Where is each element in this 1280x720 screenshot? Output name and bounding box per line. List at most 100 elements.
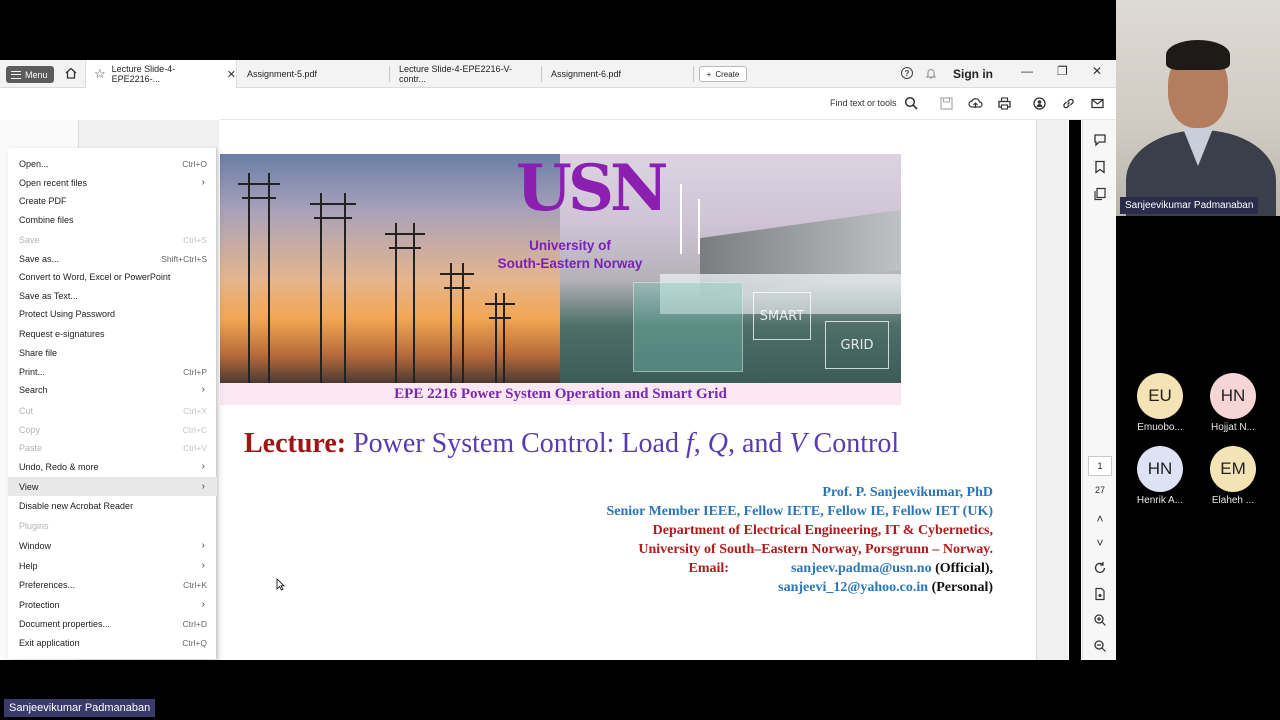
menu-item-label: Share file [19, 347, 58, 358]
zoom-out-icon[interactable] [1093, 639, 1107, 653]
menu-item[interactable]: Save as Text... [8, 286, 217, 305]
menu-item-label: Undo, Redo & more [19, 461, 99, 472]
bookmark-icon[interactable] [1093, 160, 1107, 174]
minimize-icon[interactable]: — [1021, 64, 1033, 78]
menu-item-label: Save as... [19, 253, 60, 264]
menu-item[interactable]: Window › [8, 536, 217, 555]
menu-item-shortcut: Ctrl+K [183, 579, 207, 590]
menu-button[interactable]: Menu [6, 66, 54, 83]
find-text-or-tools[interactable]: Find text or tools [830, 98, 897, 108]
tab-divider [541, 66, 542, 82]
pylon-icon [440, 263, 474, 383]
menu-item-shortcut: Ctrl+Q [182, 637, 207, 648]
menu-item[interactable]: Share file [8, 343, 217, 362]
menu-item[interactable]: Print... Ctrl+P [8, 362, 217, 381]
menu-item[interactable]: Open... Ctrl+O [8, 154, 217, 173]
menu-item[interactable]: Document properties... Ctrl+D [8, 614, 217, 633]
share-person-icon[interactable] [1032, 96, 1047, 111]
refresh-icon[interactable] [1093, 561, 1107, 575]
menu-item-shortcut: Ctrl+C [182, 424, 207, 435]
menu-item-label: Save as Text... [19, 290, 78, 301]
star-icon[interactable]: ☆ [94, 66, 106, 82]
menu-item-label: Print... [19, 366, 46, 377]
link-icon[interactable] [1061, 96, 1076, 111]
menu-item[interactable]: Save as... Shift+Ctrl+S [8, 249, 217, 268]
menu-item[interactable]: Disable new Acrobat Reader [8, 496, 217, 515]
menu-item-shortcut: Ctrl+O [182, 158, 207, 169]
title-text: Power System Control: Load [353, 428, 686, 459]
tab-divider [693, 66, 694, 82]
participant-name: Hojjat N... [1211, 422, 1255, 433]
window-edge [1069, 120, 1081, 660]
close-tab-icon[interactable]: ✕ [227, 68, 236, 81]
search-icon[interactable] [904, 96, 919, 111]
help-icon[interactable]: ? [901, 67, 913, 79]
menu-item-label: Create PDF [19, 195, 67, 206]
menu-item-label: Plugins [19, 520, 49, 531]
menu-item-label: Exit application [19, 637, 80, 648]
participant-tile[interactable]: EM Elaheh ... [1201, 446, 1265, 506]
mouse-cursor-icon [276, 578, 285, 591]
menu-item[interactable]: Undo, Redo & more › [8, 457, 217, 476]
chevron-up-icon[interactable]: ˄ [1093, 512, 1107, 526]
upload-cloud-icon[interactable] [968, 96, 983, 111]
author-memberships: Senior Member IEEE, Fellow IETE, Fellow … [606, 504, 993, 519]
close-window-icon[interactable]: ✕ [1092, 64, 1102, 78]
sign-in-button[interactable]: Sign in [953, 67, 993, 81]
lecture-label: Lecture: [244, 428, 347, 459]
menu-item-shortcut: Ctrl+V [183, 442, 207, 453]
chevron-right-icon: › [201, 481, 205, 492]
menu-item-shortcut: Ctrl+S [183, 234, 207, 245]
menu-item-shortcut: Ctrl+D [182, 618, 207, 629]
course-title-bar: EPE 2216 Power System Operation and Smar… [220, 383, 901, 405]
email-official-link[interactable]: sanjeev.padma@usn.no [791, 561, 932, 576]
home-icon[interactable] [64, 66, 78, 80]
pages-icon[interactable] [1093, 187, 1107, 201]
bell-icon[interactable] [925, 67, 937, 80]
tab-label: Assignment-5.pdf [247, 69, 318, 79]
menu-item[interactable]: Create PDF [8, 191, 217, 210]
menu-item-label: Open... [19, 158, 49, 169]
save-icon[interactable] [939, 96, 954, 111]
create-button[interactable]: + Create [699, 66, 747, 82]
menu-item[interactable]: Preferences... Ctrl+K [8, 575, 217, 594]
email-personal-link[interactable]: sanjeevi_12@yahoo.co.in [778, 580, 928, 595]
email-personal-tag: (Personal) [931, 580, 993, 595]
menu-item[interactable]: Open recent files › [8, 173, 217, 192]
secondary-toolbar: Find text or tools [220, 89, 1116, 120]
zoom-in-icon[interactable] [1093, 613, 1107, 627]
pdf-page: SMART GRID USN University of South-Easte… [219, 120, 1037, 660]
menu-item[interactable]: Protect Using Password [8, 304, 217, 323]
tab-assignment-6[interactable]: Assignment-6.pdf [551, 60, 691, 88]
menu-item[interactable]: Help › [8, 556, 217, 575]
pylon-icon [310, 193, 356, 383]
tab-lecture-slide-4[interactable]: ☆ Lecture Slide-4-EPE2216-... ✕ [85, 60, 237, 88]
print-icon[interactable] [997, 96, 1012, 111]
menu-item-shortcut: Ctrl+X [183, 405, 207, 416]
menu-item-label: Copy [19, 424, 41, 435]
document-settings-icon[interactable] [1093, 587, 1107, 601]
menu-item[interactable]: Convert to Word, Excel or PowerPoint [8, 267, 217, 286]
current-page-input[interactable]: 1 [1088, 456, 1112, 476]
participant-tile[interactable]: EU Emuobo... [1128, 373, 1192, 433]
email-icon[interactable] [1090, 96, 1105, 111]
plus-icon: + [706, 69, 712, 79]
participant-tile[interactable]: HN Henrik A... [1128, 446, 1192, 506]
tab-assignment-5[interactable]: Assignment-5.pdf [247, 60, 387, 88]
participant-name: Elaheh ... [1211, 495, 1255, 506]
restore-icon[interactable]: ❐ [1057, 64, 1068, 78]
pylon-icon [385, 223, 425, 383]
hamburger-icon [11, 70, 21, 79]
menu-item[interactable]: Combine files [8, 210, 217, 229]
menu-item[interactable]: Exit application Ctrl+Q [8, 633, 217, 652]
menu-item[interactable]: Search › [8, 380, 217, 399]
participant-tile[interactable]: HN Hojjat N... [1201, 373, 1265, 433]
chevron-down-icon[interactable]: ˅ [1093, 536, 1107, 550]
comment-icon[interactable] [1093, 133, 1107, 147]
menu-item[interactable]: Request e-signatures [8, 324, 217, 343]
participant-avatar: HN [1210, 373, 1256, 419]
menu-item[interactable]: Protection › [8, 595, 217, 614]
tab-lecture-slide-4-v-control[interactable]: Lecture Slide-4-EPE2216-V-contr... [399, 60, 539, 88]
usn-logo: USN [516, 154, 669, 226]
menu-item[interactable]: View › [8, 477, 217, 496]
